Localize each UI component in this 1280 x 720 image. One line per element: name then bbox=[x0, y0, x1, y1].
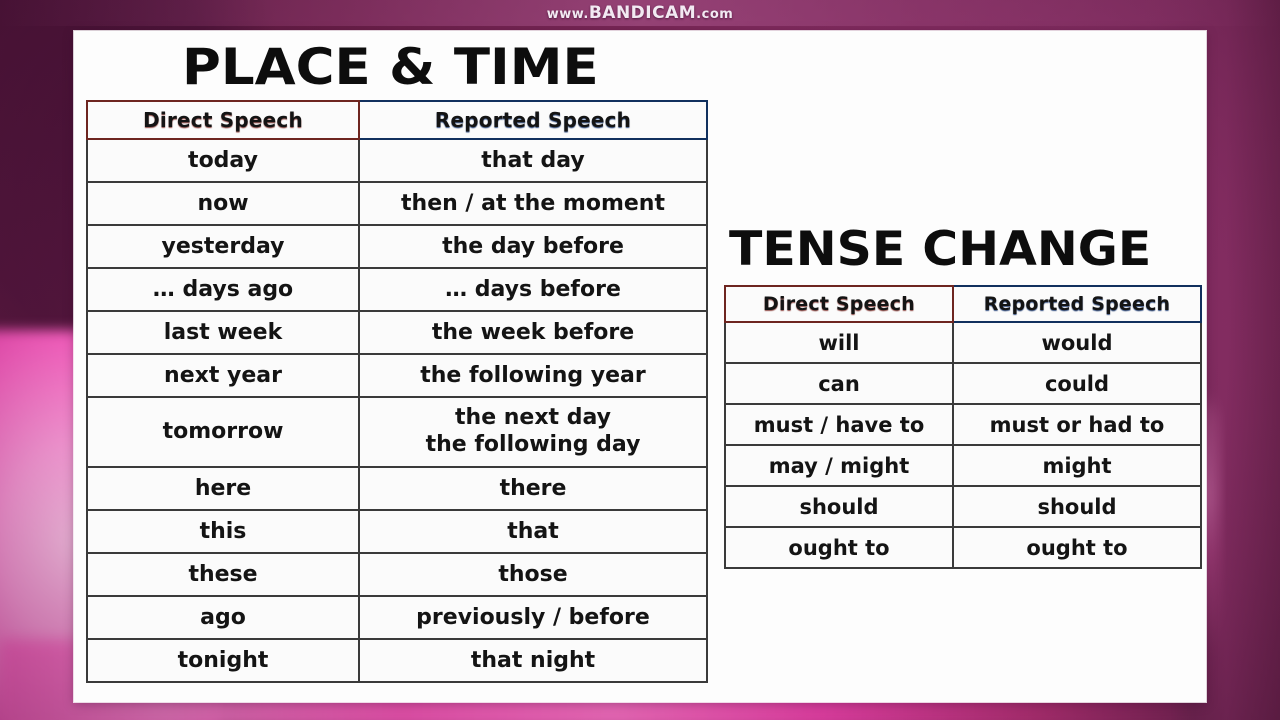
cell-direct-speech: ago bbox=[86, 595, 360, 640]
cell-line: the next day bbox=[455, 405, 611, 431]
cell-line: the following year bbox=[420, 363, 646, 388]
cell-line: the following day bbox=[425, 432, 641, 457]
cell-line: could bbox=[1044, 371, 1110, 396]
cell-reported-speech: should bbox=[952, 485, 1202, 528]
cell-line: would bbox=[1041, 330, 1113, 355]
place-time-header-direct: Direct Speech bbox=[86, 100, 360, 140]
cell-direct-speech: must / have to bbox=[724, 403, 954, 446]
table-row: … days ago … days before bbox=[86, 267, 708, 312]
table-header-row: Direct Speech Reported Speech bbox=[724, 285, 1202, 323]
cell-direct-speech: these bbox=[86, 552, 360, 597]
table-row: ought to ought to bbox=[724, 526, 1202, 569]
content-card: PLACE & TIME Direct Speech Reported Spee… bbox=[74, 31, 1206, 702]
cell-reported-speech: ought to bbox=[952, 526, 1202, 569]
table-row: tonight that night bbox=[86, 638, 708, 683]
cell-direct-speech: here bbox=[86, 466, 360, 511]
table-row: may / might might bbox=[724, 444, 1202, 487]
cell-line: might bbox=[1042, 453, 1112, 478]
cell-reported-speech: that night bbox=[358, 638, 708, 683]
table-row: these those bbox=[86, 552, 708, 597]
cell-line: should bbox=[1037, 494, 1117, 519]
cell-direct-speech: tomorrow bbox=[86, 396, 360, 468]
slide-stage: www.BANDICAM.com PLACE & TIME Direct Spe… bbox=[0, 0, 1280, 720]
cell-direct-speech: … days ago bbox=[86, 267, 360, 312]
cell-reported-speech: could bbox=[952, 362, 1202, 405]
table-row: tomorrow the next day the following day bbox=[86, 396, 708, 468]
cell-direct-speech: ought to bbox=[724, 526, 954, 569]
table-row: here there bbox=[86, 466, 708, 511]
cell-reported-speech: the next day the following day bbox=[358, 396, 708, 468]
cell-direct-speech: tonight bbox=[86, 638, 360, 683]
cell-line: ought to bbox=[1026, 535, 1128, 560]
table-row: today that day bbox=[86, 138, 708, 183]
cell-direct-speech: will bbox=[724, 321, 954, 364]
table-header-row: Direct Speech Reported Speech bbox=[86, 100, 708, 140]
place-time-body: today that day now then / at the moment yest… bbox=[86, 138, 708, 683]
cell-reported-speech: the day before bbox=[358, 224, 708, 269]
cell-line: then / at the moment bbox=[401, 191, 665, 216]
cell-reported-speech: then / at the moment bbox=[358, 181, 708, 226]
cell-reported-speech: the week before bbox=[358, 310, 708, 355]
cell-direct-speech: yesterday bbox=[86, 224, 360, 269]
cell-direct-speech: today bbox=[86, 138, 360, 183]
cell-line: previously / before bbox=[416, 605, 650, 630]
tense-change-header-reported: Reported Speech bbox=[952, 285, 1202, 323]
tense-change-table: Direct Speech Reported Speech will would c… bbox=[724, 285, 1202, 569]
cell-direct-speech: next year bbox=[86, 353, 360, 398]
table-row: should should bbox=[724, 485, 1202, 528]
cell-line: those bbox=[498, 562, 568, 587]
cell-line: that bbox=[507, 519, 559, 544]
place-time-title: PLACE & TIME bbox=[182, 38, 599, 96]
tense-change-header-direct: Direct Speech bbox=[724, 285, 954, 323]
cell-line: that night bbox=[470, 648, 596, 673]
cell-reported-speech: the following year bbox=[358, 353, 708, 398]
cell-reported-speech: must or had to bbox=[952, 403, 1202, 446]
cell-direct-speech: should bbox=[724, 485, 954, 528]
table-row: can could bbox=[724, 362, 1202, 405]
cell-reported-speech: those bbox=[358, 552, 708, 597]
table-row: last week the week before bbox=[86, 310, 708, 355]
table-row: ago previously / before bbox=[86, 595, 708, 640]
background-right-edge bbox=[1194, 0, 1280, 720]
tense-change-title: TENSE CHANGE bbox=[729, 222, 1152, 277]
cell-reported-speech: might bbox=[952, 444, 1202, 487]
cell-reported-speech: that bbox=[358, 509, 708, 554]
table-row: yesterday the day before bbox=[86, 224, 708, 269]
cell-line: there bbox=[499, 476, 567, 501]
cell-line: must or had to bbox=[989, 412, 1165, 437]
cell-direct-speech: can bbox=[724, 362, 954, 405]
cell-line: that day bbox=[481, 148, 585, 173]
cell-reported-speech: would bbox=[952, 321, 1202, 364]
cell-reported-speech: there bbox=[358, 466, 708, 511]
table-row: this that bbox=[86, 509, 708, 554]
cell-direct-speech: may / might bbox=[724, 444, 954, 487]
cell-line: the day before bbox=[442, 234, 624, 259]
cell-line: the week before bbox=[431, 320, 635, 345]
cell-direct-speech: this bbox=[86, 509, 360, 554]
tense-change-body: will would can could must / have to must or h… bbox=[724, 321, 1202, 569]
table-row: next year the following year bbox=[86, 353, 708, 398]
place-time-header-reported: Reported Speech bbox=[358, 100, 708, 140]
cell-reported-speech: previously / before bbox=[358, 595, 708, 640]
table-row: must / have to must or had to bbox=[724, 403, 1202, 446]
cell-direct-speech: now bbox=[86, 181, 360, 226]
cell-line: … days before bbox=[445, 277, 621, 302]
cell-reported-speech: that day bbox=[358, 138, 708, 183]
cell-direct-speech: last week bbox=[86, 310, 360, 355]
cell-reported-speech: … days before bbox=[358, 267, 708, 312]
table-row: now then / at the moment bbox=[86, 181, 708, 226]
place-time-table: Direct Speech Reported Speech today that … bbox=[86, 100, 708, 683]
table-row: will would bbox=[724, 321, 1202, 364]
